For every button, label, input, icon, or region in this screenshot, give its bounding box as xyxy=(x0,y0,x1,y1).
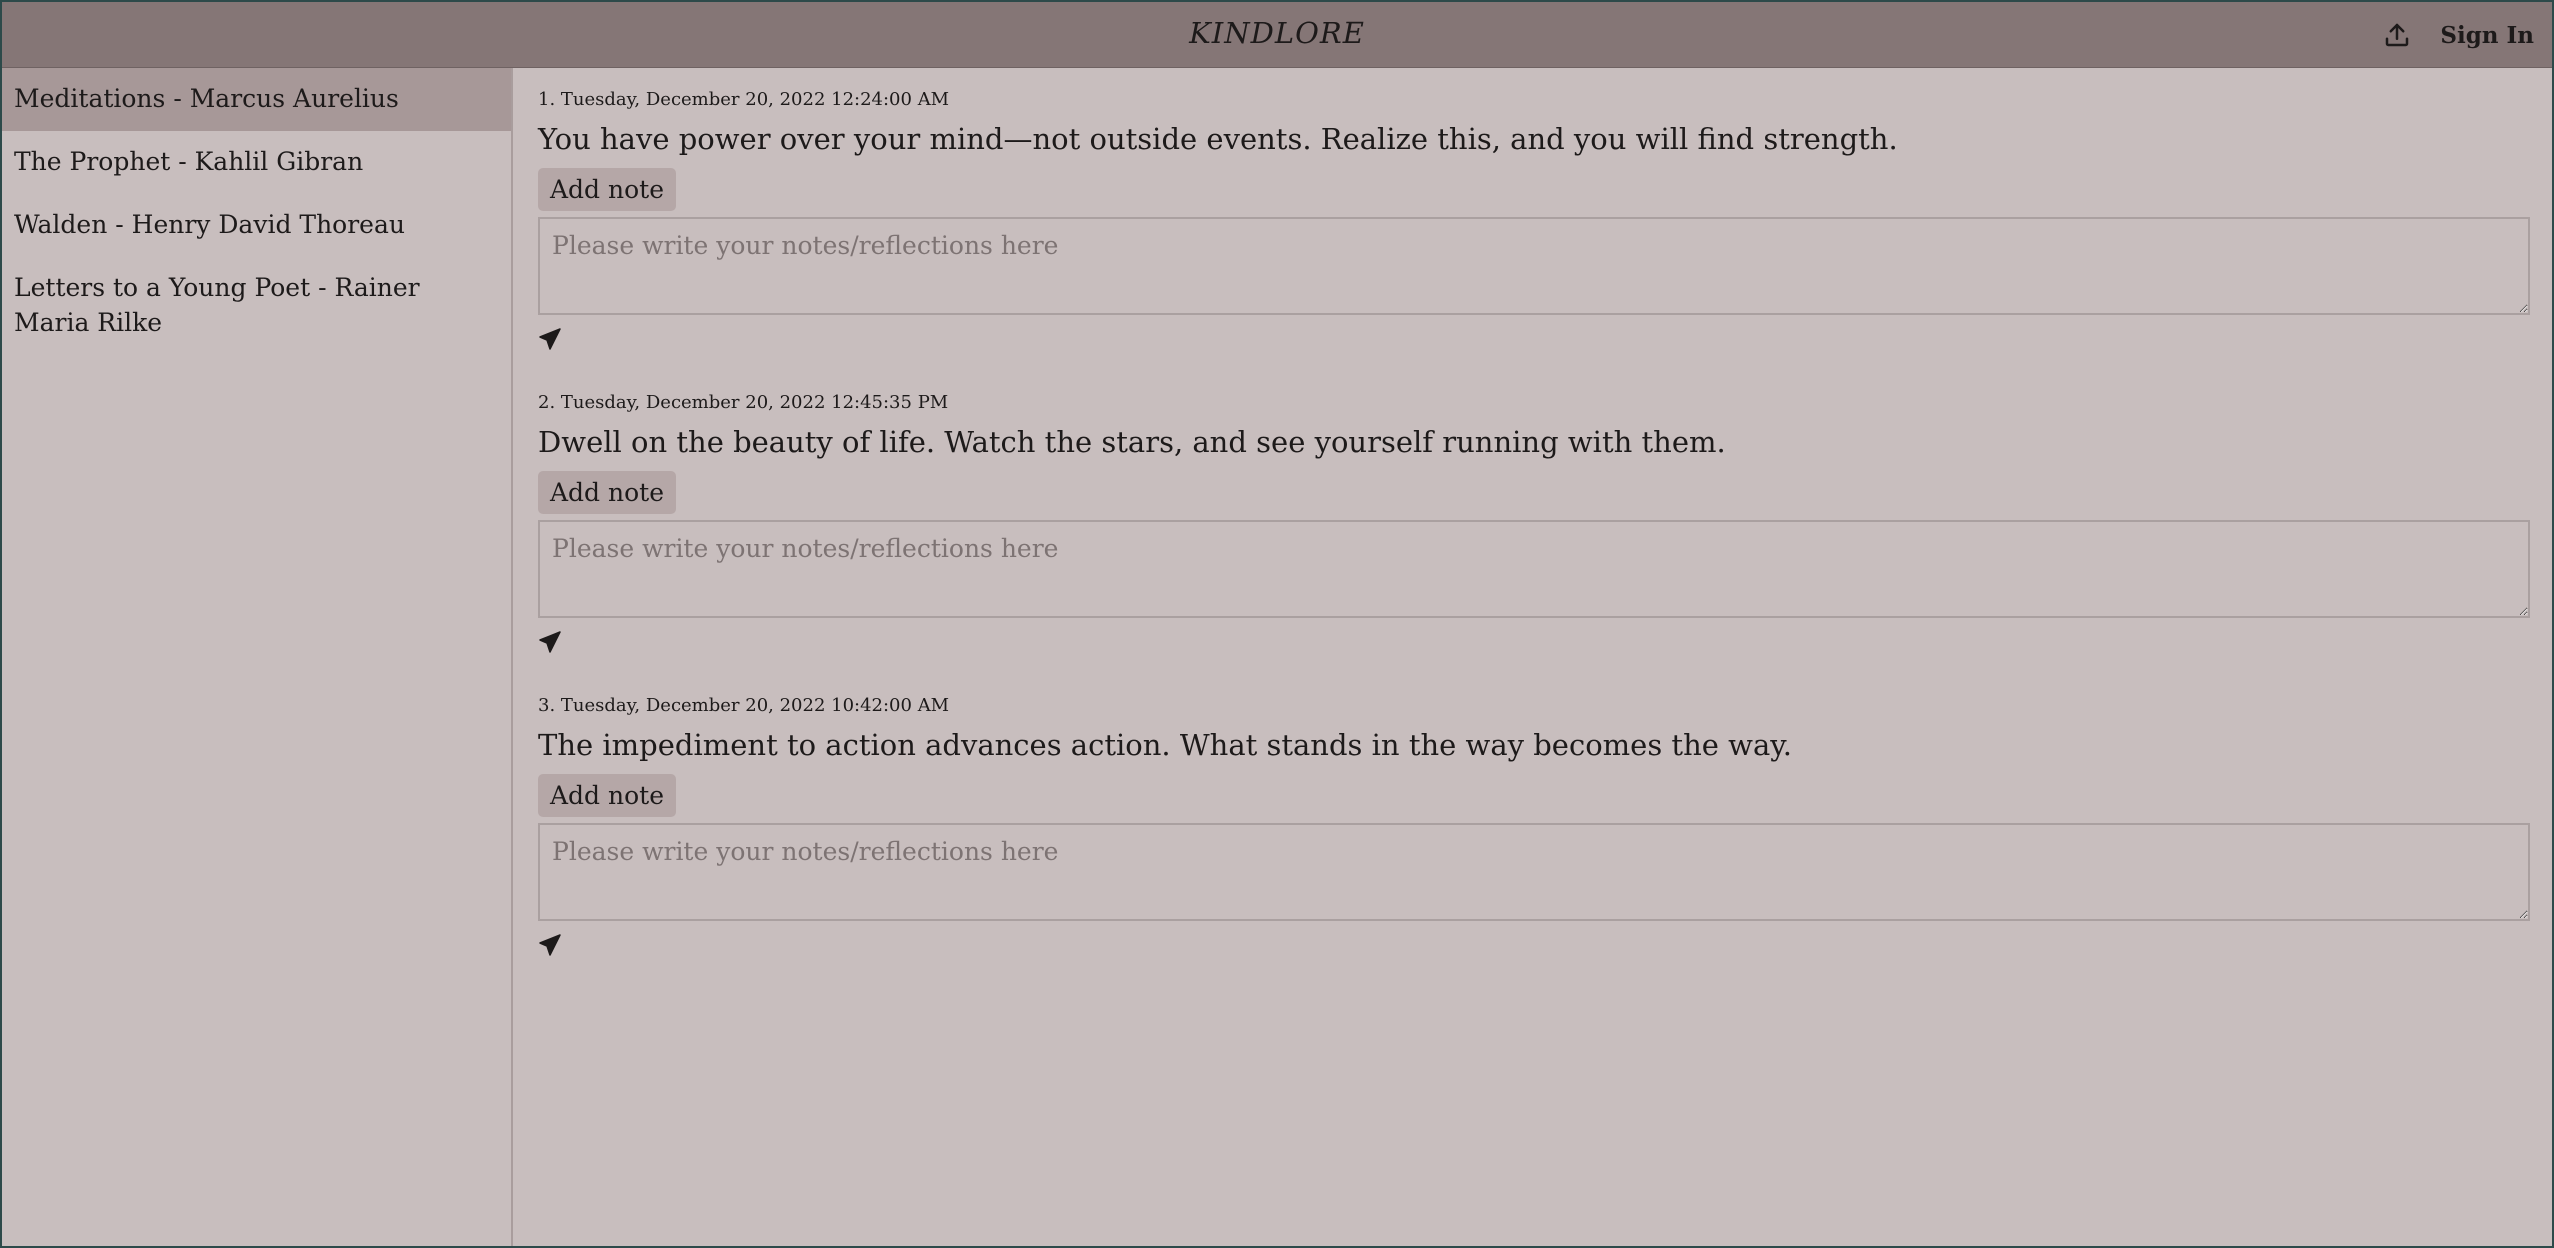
app-window: KINDLORE Sign In Meditations - Marcus Au… xyxy=(0,0,2554,1248)
highlight-text: The impediment to action advances action… xyxy=(538,728,1793,762)
send-icon[interactable] xyxy=(538,933,564,959)
sidebar-item-walden[interactable]: Walden - Henry David Thoreau xyxy=(2,194,511,257)
highlights-panel: 1. Tuesday, December 20, 2022 12:24:00 A… xyxy=(514,68,2552,1246)
header-actions: Sign In xyxy=(2380,18,2534,52)
note-textarea[interactable] xyxy=(538,217,2530,315)
highlight-card: 3. Tuesday, December 20, 2022 10:42:00 A… xyxy=(538,694,2530,961)
sidebar-item-meditations[interactable]: Meditations - Marcus Aurelius xyxy=(2,68,511,131)
sidebar-item-the-prophet[interactable]: The Prophet - Kahlil Gibran xyxy=(2,131,511,194)
highlight-card: 2. Tuesday, December 20, 2022 12:45:35 P… xyxy=(538,391,2530,658)
send-icon[interactable] xyxy=(538,327,564,353)
add-note-button[interactable]: Add note xyxy=(538,168,677,211)
note-textarea[interactable] xyxy=(538,823,2530,921)
send-icon[interactable] xyxy=(538,630,564,656)
add-note-button[interactable]: Add note xyxy=(538,471,677,514)
highlight-card: 1. Tuesday, December 20, 2022 12:24:00 A… xyxy=(538,88,2530,355)
note-textarea[interactable] xyxy=(538,520,2530,618)
app-title: KINDLORE xyxy=(1189,16,1365,50)
top-bar: KINDLORE Sign In xyxy=(2,2,2552,68)
book-sidebar: Meditations - Marcus Aurelius The Prophe… xyxy=(2,68,513,1246)
sign-in-button[interactable]: Sign In xyxy=(2440,22,2534,49)
highlight-text: You have power over your mind—not outsid… xyxy=(538,122,1898,156)
highlight-date: 2. Tuesday, December 20, 2022 12:45:35 P… xyxy=(538,392,949,413)
upload-icon[interactable] xyxy=(2380,18,2414,52)
add-note-button[interactable]: Add note xyxy=(538,774,677,817)
highlight-date: 3. Tuesday, December 20, 2022 10:42:00 A… xyxy=(538,695,950,716)
sidebar-item-letters-to-a-young-poet[interactable]: Letters to a Young Poet - Rainer Maria R… xyxy=(2,257,511,355)
highlight-text: Dwell on the beauty of life. Watch the s… xyxy=(538,425,1726,459)
highlight-date: 1. Tuesday, December 20, 2022 12:24:00 A… xyxy=(538,89,950,110)
